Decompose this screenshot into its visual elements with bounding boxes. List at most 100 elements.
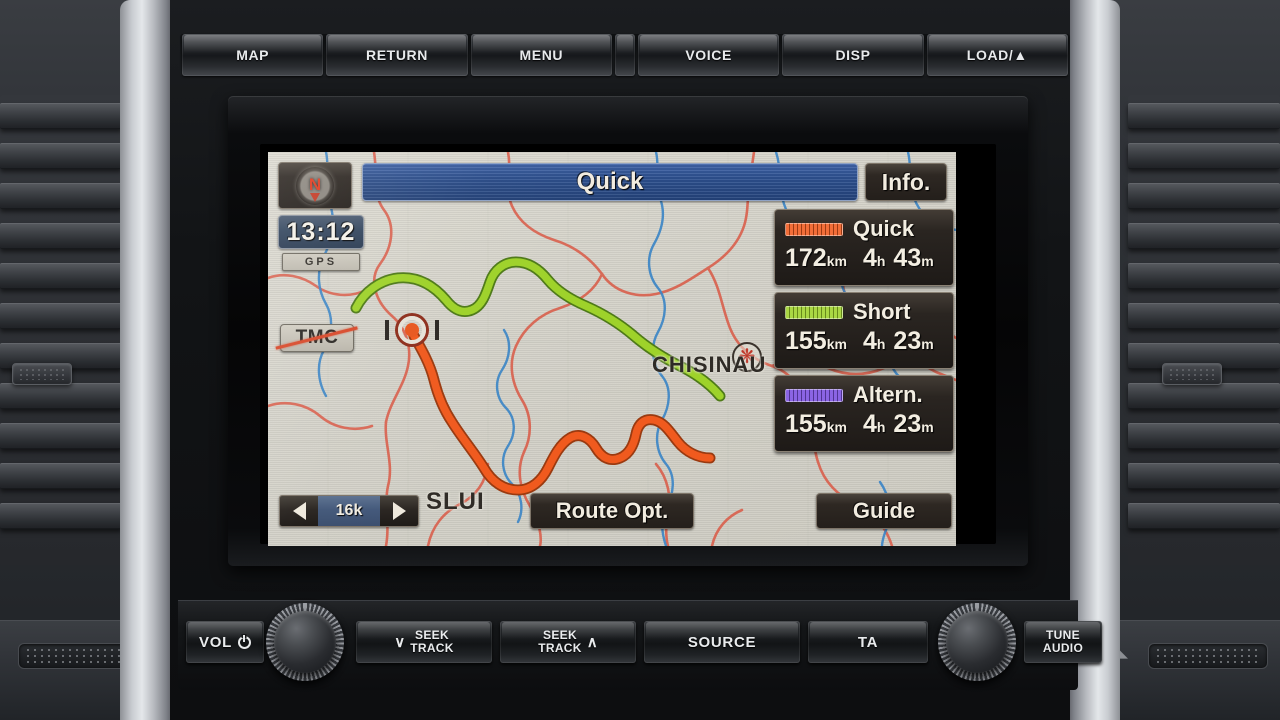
hw-button-disp[interactable]: DISP (782, 34, 924, 76)
vent-louver (1128, 503, 1280, 529)
chevron-down-icon: ∨ (394, 634, 406, 651)
vent-direction-knob-left[interactable] (12, 363, 72, 385)
tmc-button-disabled[interactable]: TMC (275, 324, 358, 352)
seek-track-down-button[interactable]: ∨ SEEK TRACK (356, 621, 492, 663)
vent-louver (1128, 103, 1280, 129)
route-time-group-short: 4 h 23 m (863, 327, 934, 356)
route-name-short: Short (853, 299, 911, 324)
route-time-group-altern: 4 h 23 m (863, 410, 934, 439)
top-hardware-button-row: MAP RETURN MENU VOICE DISP LOAD/▲ (180, 34, 1070, 76)
clock-display: 13:12 (278, 215, 364, 249)
route-distance-group-short: 155 km (785, 327, 847, 356)
tune-audio-line2: AUDIO (1042, 641, 1084, 655)
compass-widget[interactable]: N (278, 162, 352, 209)
route-options-button[interactable]: Route Opt. (530, 493, 694, 529)
guide-button[interactable]: Guide (816, 493, 952, 529)
seek-down-row: ∨ SEEK TRACK (394, 629, 453, 654)
info-button-label: Info. (881, 168, 931, 195)
route-distance-unit-short: km (826, 336, 847, 352)
vent-louver (1128, 383, 1280, 409)
source-button[interactable]: SOURCE (644, 621, 800, 663)
route-distance-group-quick: 172 km (785, 244, 847, 273)
hw-button-load-eject[interactable]: LOAD/▲ (926, 34, 1068, 76)
route-card-stats: 155 km 4 h 23 m (775, 408, 953, 439)
route-minutes-quick: 43 (893, 244, 922, 272)
hw-button-menu-label: MENU (519, 47, 564, 63)
tune-knob[interactable] (939, 604, 1015, 680)
waypoint-dot (405, 323, 419, 337)
route-distance-unit-altern: km (826, 419, 847, 435)
route-distance-unit-quick: km (826, 253, 847, 269)
route-minutes-unit-quick: m (921, 253, 934, 269)
info-button[interactable]: Info. (865, 163, 947, 201)
ta-button[interactable]: TA (808, 621, 928, 663)
tune-audio-button[interactable]: TUNE AUDIO (1024, 621, 1102, 663)
seek-up-line2: TRACK (538, 641, 582, 655)
navigation-lcd-screen[interactable]: ❋ CHISINAU SLUI N 13:12 GPS Quick Info. … (268, 152, 956, 546)
route-card-stats: 155 km 4 h 23 m (775, 325, 953, 356)
hw-button-voice[interactable]: VOICE (637, 34, 780, 76)
seek-down-labels: SEEK TRACK (410, 629, 454, 654)
vent-direction-knob-right[interactable] (1162, 363, 1222, 385)
chevron-up-icon: ∧ (586, 634, 598, 651)
hw-button-voice-label: VOICE (685, 47, 732, 63)
zoom-out-button[interactable] (280, 496, 318, 526)
vent-louver (0, 303, 122, 329)
hw-button-load-label: LOAD/▲ (966, 47, 1028, 63)
right-arrow-icon (392, 502, 406, 520)
hw-button-map[interactable]: MAP (182, 34, 324, 76)
hw-button-menu[interactable]: MENU (470, 34, 612, 76)
route-name-quick: Quick (853, 216, 915, 241)
volume-label: VOL (199, 633, 232, 651)
hw-button-return-label: RETURN (366, 47, 428, 63)
route-options-label: Route Opt. (555, 498, 669, 523)
vent-louver (1128, 143, 1280, 169)
seek-track-up-button[interactable]: SEEK TRACK ∧ (500, 621, 636, 663)
route-hours-unit-altern: h (876, 419, 886, 435)
route-distance-short: 155 (785, 327, 827, 355)
ta-label: TA (857, 633, 879, 651)
vent-louver (1128, 183, 1280, 209)
volume-knob[interactable] (267, 604, 343, 680)
tune-audio-labels: TUNE AUDIO (1043, 629, 1083, 654)
compass-rose-icon: N (296, 166, 334, 205)
vent-louver (0, 463, 122, 489)
start-waypoint-marker (385, 316, 439, 344)
car-dashboard: ◢ ◣ MAP RETURN MENU VOICE DISP (0, 0, 1280, 720)
route-color-swatch-short (785, 305, 843, 319)
route-color-swatch-quick (785, 222, 843, 236)
route-name-altern: Altern. (853, 382, 923, 407)
map-label-slui: SLUI (426, 488, 485, 515)
route-distance-quick: 172 (785, 244, 827, 272)
waypoint-tick-left (385, 320, 389, 340)
hw-button-spacer (614, 34, 635, 76)
route-minutes-unit-short: m (921, 336, 934, 352)
bottom-hardware-panel: VOL ∨ SEEK TRACK SEEK TRACK ∧ SOURCE TA … (178, 600, 1102, 690)
vent-louver (1128, 303, 1280, 329)
screen-bezel: ❋ CHISINAU SLUI N 13:12 GPS Quick Info. … (228, 96, 1028, 566)
air-vent-left (0, 95, 122, 565)
route-card-header: Short (775, 293, 953, 325)
hw-button-return[interactable]: RETURN (326, 34, 468, 76)
vent-louver (0, 103, 122, 129)
map-zoom-control[interactable]: 16k (279, 495, 419, 527)
route-card-quick[interactable]: Quick 172 km 4 h 43 m (774, 209, 954, 286)
guide-button-label: Guide (852, 498, 916, 523)
zoom-in-button[interactable] (380, 496, 418, 526)
route-hours-unit-quick: h (876, 253, 886, 269)
vent-louver (0, 183, 122, 209)
zoom-scale-value: 16k (318, 496, 380, 526)
route-title-bar: Quick (362, 163, 858, 201)
route-card-short[interactable]: Short 155 km 4 h 23 m (774, 292, 954, 369)
vent-louver (0, 143, 122, 169)
map-label-chisinau: CHISINAU (652, 352, 767, 377)
vent-louver (1128, 463, 1280, 489)
volume-power-button[interactable]: VOL (186, 621, 264, 663)
vent-louver (0, 263, 122, 289)
zoom-scale-text: 16k (335, 502, 363, 519)
route-card-altern[interactable]: Altern. 155 km 4 h 23 m (774, 375, 954, 452)
route-card-header: Quick (775, 210, 953, 242)
gps-status-badge: GPS (282, 253, 360, 271)
route-hours-unit-short: h (876, 336, 886, 352)
power-icon (237, 635, 251, 649)
